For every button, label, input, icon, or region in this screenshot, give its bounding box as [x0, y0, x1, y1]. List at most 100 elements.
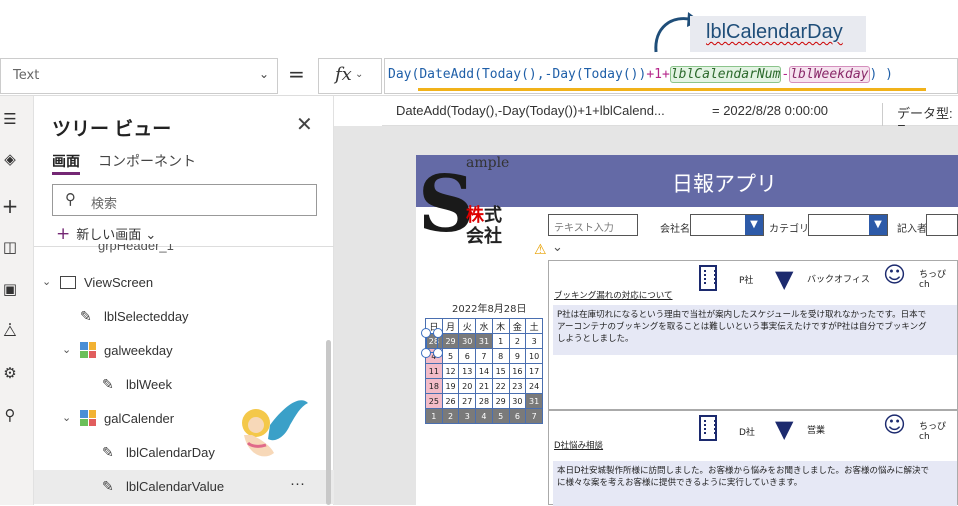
close-icon[interactable]: ✕	[296, 112, 313, 136]
report-card[interactable]: D社 ▼ 営業 ☺ ちっぴ ch D社悩み相談 本日D社安城製作所様に訪問しまし…	[548, 410, 958, 506]
person-icon: ☺	[883, 263, 906, 288]
tree-item-galweekday[interactable]: ⌄ galweekday	[34, 334, 334, 368]
database-icon[interactable]: ◫	[0, 238, 20, 258]
warning-icon[interactable]: ⚠	[534, 242, 547, 258]
calendar-day[interactable]: 10	[525, 348, 543, 364]
search-input[interactable]: ⚲ 検索	[52, 184, 317, 216]
calendar-day[interactable]: 14	[475, 363, 493, 379]
logo-kabu: 株	[466, 205, 484, 226]
search-icon[interactable]: ⚲	[0, 406, 20, 426]
fx-icon: fx	[335, 64, 352, 85]
calendar-day[interactable]: 30	[458, 333, 477, 349]
chevron-down-icon: ⌄	[258, 67, 269, 81]
filter-icon: ▼	[775, 415, 794, 443]
scrollbar[interactable]	[326, 340, 331, 505]
calendar-day[interactable]: 6	[458, 348, 477, 364]
calendar-day[interactable]: 30	[508, 393, 527, 409]
calendar-day[interactable]: 6	[508, 408, 527, 424]
menu-icon[interactable]: ☰	[0, 110, 20, 130]
calendar-day[interactable]: 2	[441, 408, 460, 424]
layers-icon[interactable]: ◈	[0, 150, 20, 170]
calendar-day[interactable]: 29	[491, 393, 510, 409]
calendar-day[interactable]: 7	[525, 408, 543, 424]
card-category: バックオフィス	[807, 275, 870, 285]
calendar-day[interactable]: 19	[441, 378, 460, 394]
calendar-day[interactable]: 21	[475, 378, 493, 394]
label-icon: ✎	[80, 308, 92, 324]
logo-company-text: 株式 会社	[466, 205, 502, 247]
more-options-icon[interactable]: ···	[290, 475, 305, 492]
formula-token: ) )	[869, 67, 893, 82]
resize-handle[interactable]	[433, 348, 443, 358]
resize-handle[interactable]	[421, 348, 431, 358]
card-person: ちっぴ ch	[919, 270, 947, 290]
calendar-day[interactable]: 25	[425, 393, 443, 409]
card-title[interactable]: D社悩み相談	[554, 439, 603, 451]
screen-icon	[60, 276, 76, 289]
power-automate-icon[interactable]: ⧊	[0, 322, 20, 342]
formula-token: DateAdd(	[419, 67, 482, 82]
card-category: 営業	[807, 426, 826, 436]
tree-item-lblselectedday[interactable]: ✎ lblSelectedday	[34, 300, 334, 334]
eval-expression: DateAdd(Today(),-Day(Today())+1+lblCalen…	[396, 103, 665, 118]
tree-item-lblcalendarvalue[interactable]: ✎ lblCalendarValue ···	[34, 470, 334, 504]
calendar-day[interactable]: 9	[508, 348, 527, 364]
tools-icon[interactable]: ⚙	[0, 364, 20, 384]
calendar-day[interactable]: 29	[441, 333, 460, 349]
tab-screens[interactable]: 画面	[52, 151, 80, 171]
category-dropdown[interactable]: ▼	[808, 214, 888, 236]
calendar-day[interactable]: 3	[525, 333, 543, 349]
calendar-day[interactable]: 16	[508, 363, 527, 379]
tab-components[interactable]: コンポーネント	[98, 151, 196, 171]
company-dropdown[interactable]: ▼	[690, 214, 764, 236]
logo-shiki: 式	[484, 205, 502, 226]
fx-button[interactable]: fx ⌄	[318, 58, 382, 94]
calendar-day[interactable]: 27	[458, 393, 477, 409]
weekday-header: 木	[491, 318, 510, 334]
calendar-day[interactable]: 5	[441, 348, 460, 364]
calendar-day[interactable]: 7	[475, 348, 493, 364]
calendar-day[interactable]: 20	[458, 378, 477, 394]
equals-sign: =	[288, 62, 305, 86]
search-icon: ⚲	[65, 190, 76, 208]
recorder-input[interactable]	[926, 214, 958, 236]
card-company: P社	[739, 276, 754, 286]
card-body: 本日D社安城製作所様に訪問しました。お客様から悩みをお聞きしました。お客様の悩み…	[553, 461, 957, 506]
calendar-day[interactable]: 5	[491, 408, 510, 424]
tree-item-viewscreen[interactable]: ⌄ ViewScreen	[34, 266, 334, 300]
calendar-day[interactable]: 8	[491, 348, 510, 364]
resize-handle[interactable]	[433, 328, 443, 338]
calendar-day[interactable]: 4	[475, 408, 493, 424]
calendar-day[interactable]: 24	[525, 378, 543, 394]
calendar-day[interactable]: 1	[491, 333, 510, 349]
tree-item-cut[interactable]: grpHeader_1	[34, 244, 334, 258]
calendar-day[interactable]: 23	[508, 378, 527, 394]
calendar-day[interactable]: 26	[441, 393, 460, 409]
calendar-day[interactable]: 15	[491, 363, 510, 379]
tree-item-label: ViewScreen	[84, 275, 154, 290]
calendar-day[interactable]: 2	[508, 333, 527, 349]
calendar-day[interactable]: 28	[475, 393, 493, 409]
calendar-day[interactable]: 18	[425, 378, 443, 394]
text-input[interactable]: テキスト入力	[548, 214, 638, 236]
calendar-day[interactable]: 22	[491, 378, 510, 394]
chevron-down-icon[interactable]: ⌄	[552, 240, 563, 255]
calendar-day[interactable]: 12	[441, 363, 460, 379]
card-title[interactable]: ブッキング漏れの対応について	[554, 289, 673, 301]
plus-icon[interactable]: +	[0, 194, 20, 218]
calendar-day[interactable]: 31	[525, 393, 543, 409]
calendar-day[interactable]: 11	[425, 363, 443, 379]
annotation-label: lblCalendarDay	[690, 16, 866, 52]
resize-handle[interactable]	[421, 328, 431, 338]
calendar-day[interactable]: 17	[525, 363, 543, 379]
property-dropdown[interactable]: Text ⌄	[0, 58, 278, 94]
calendar-day[interactable]: 13	[458, 363, 477, 379]
filter-icon: ▼	[775, 265, 794, 293]
new-screen-button[interactable]: + 新しい画面 ⌄	[56, 224, 156, 244]
media-icon[interactable]: ▣	[0, 280, 20, 300]
card-person: ちっぴ ch	[919, 422, 947, 442]
report-card[interactable]: P社 ▼ バックオフィス ☺ ちっぴ ch ブッキング漏れの対応について P社は…	[548, 260, 958, 410]
calendar-day[interactable]: 1	[425, 408, 443, 424]
calendar-day[interactable]: 31	[475, 333, 493, 349]
calendar-day[interactable]: 3	[458, 408, 477, 424]
